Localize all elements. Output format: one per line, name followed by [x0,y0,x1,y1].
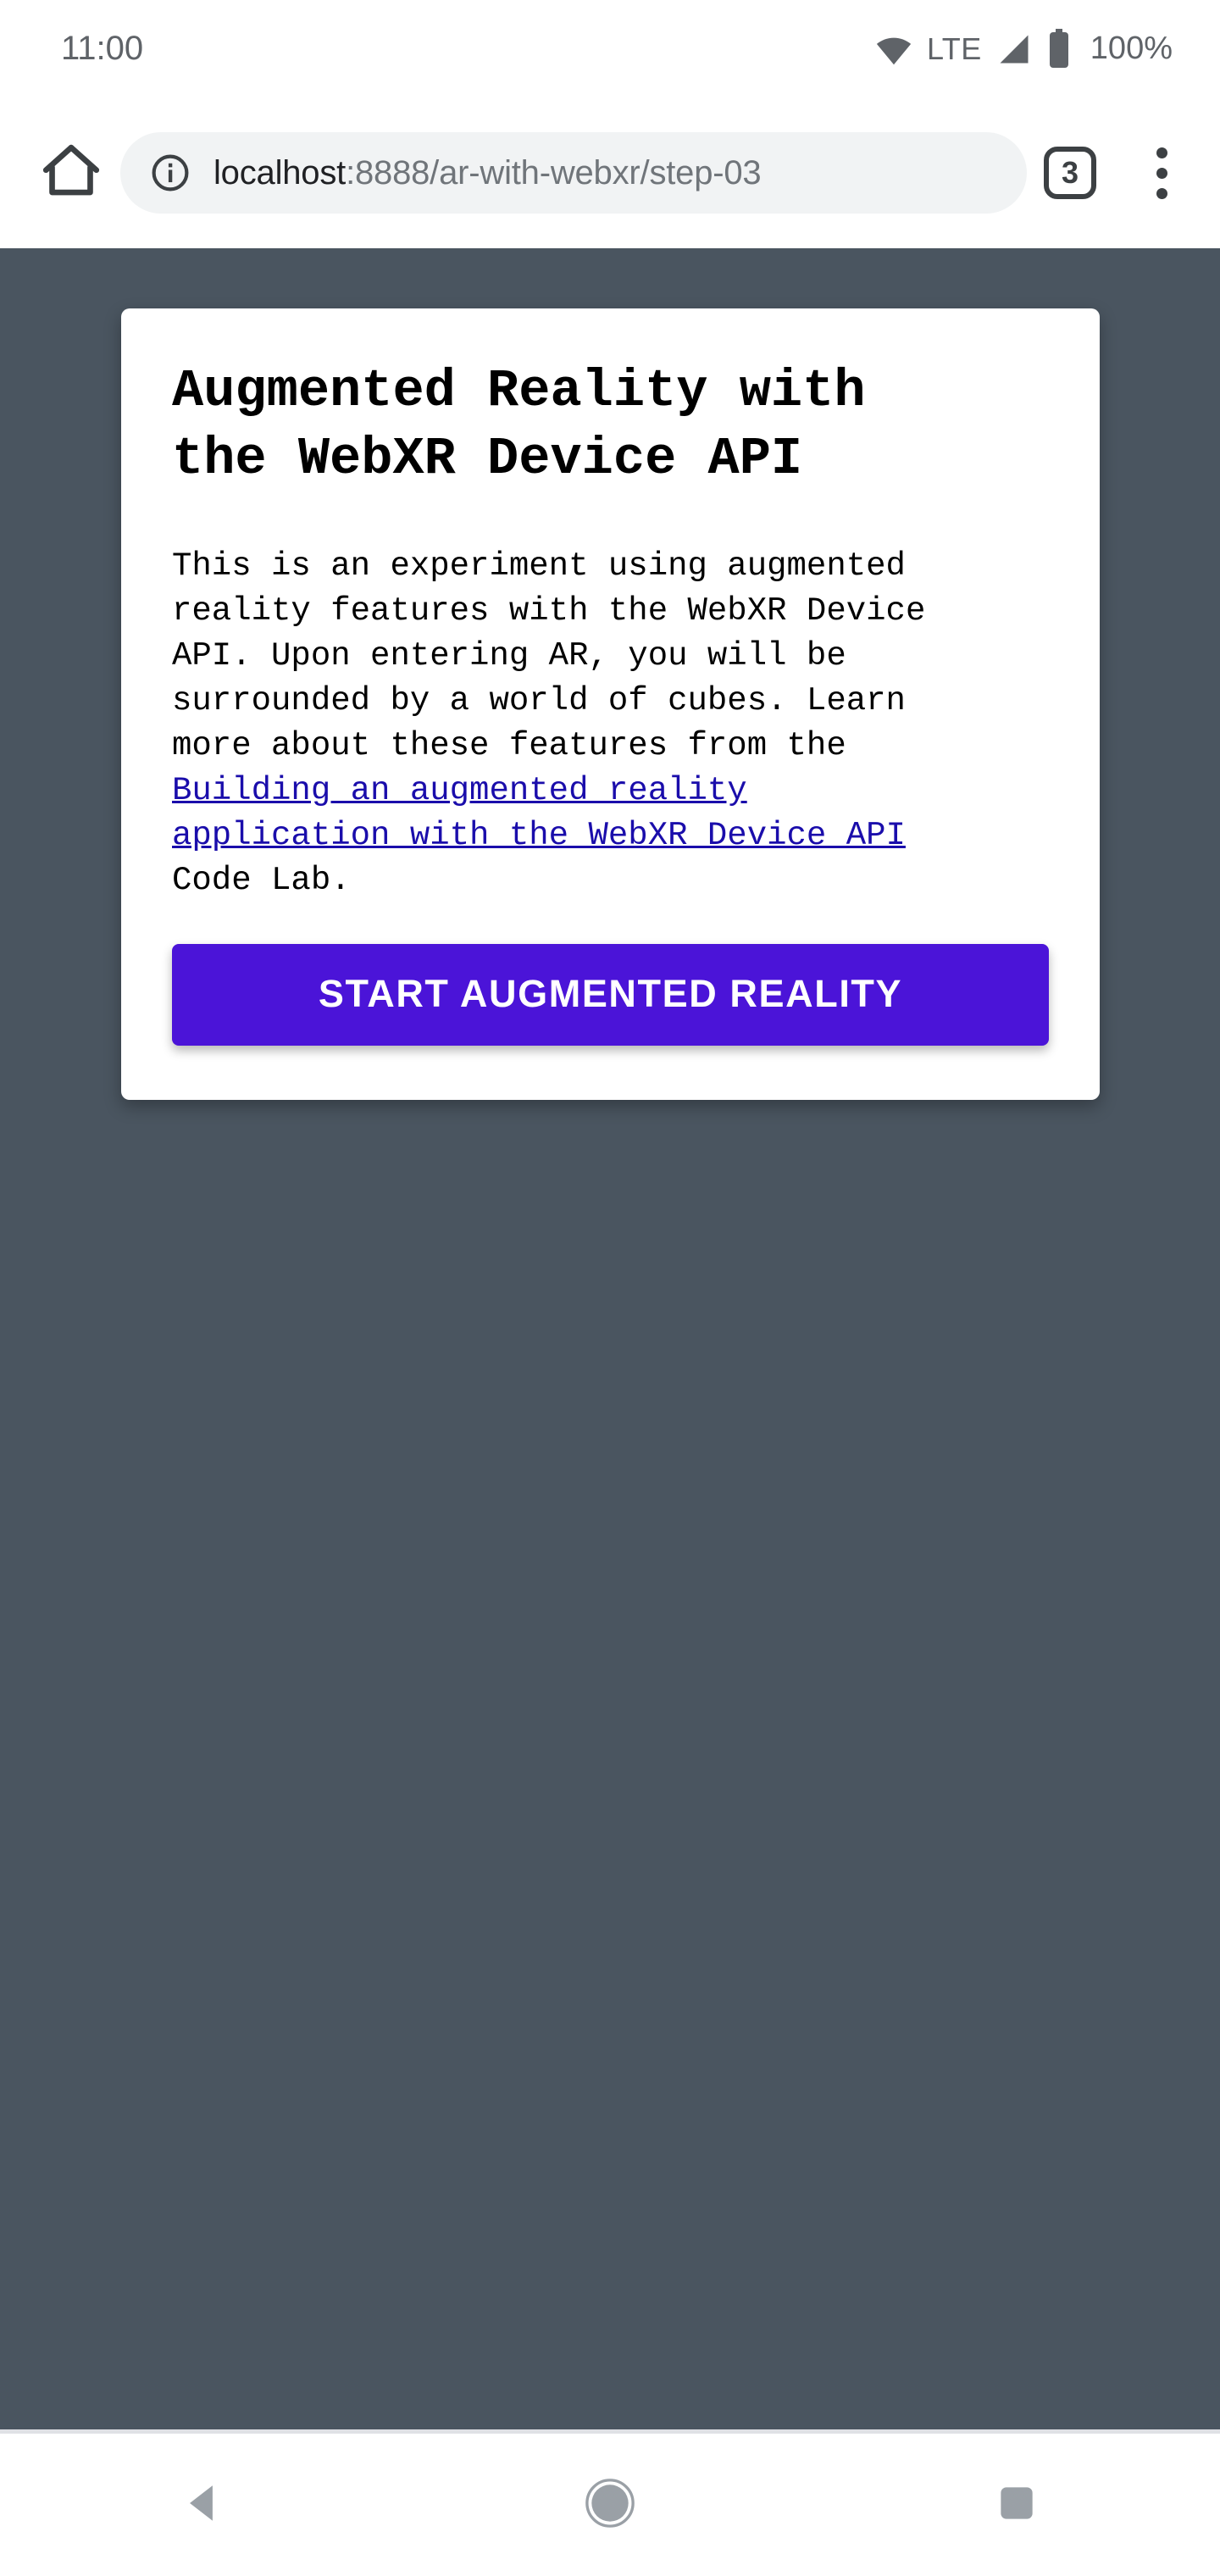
nav-back-button[interactable] [127,2454,280,2556]
overflow-menu-button[interactable] [1132,135,1191,211]
url-path: :8888/ar-with-webxr/step-03 [346,153,762,192]
info-circle-icon[interactable] [149,152,191,194]
info-card: Augmented Reality with the WebXR Device … [121,308,1100,1100]
page-description: This is an experiment using augmented re… [172,544,1049,903]
battery-percent-label: 100% [1090,31,1173,66]
description-text-part2: Code Lab. [172,862,351,899]
status-bar-indicators: LTE 100% [874,28,1173,69]
url-host: localhost [214,153,347,192]
tab-switcher-button[interactable]: 3 [1044,147,1096,199]
cell-signal-icon [995,31,1033,68]
url-text: localhost:8888/ar-with-webxr/step-03 [214,154,761,192]
back-triangle-icon [179,2479,228,2532]
home-button[interactable] [29,130,114,215]
start-augmented-reality-button[interactable]: START AUGMENTED REALITY [172,944,1049,1046]
url-bar[interactable]: localhost:8888/ar-with-webxr/step-03 [120,132,1027,214]
battery-icon [1046,28,1072,69]
nav-home-button[interactable] [534,2454,686,2556]
nav-recents-button[interactable] [940,2454,1093,2556]
overflow-menu-icon-dot2 [1156,167,1167,179]
description-text-part1: This is an experiment using augmented re… [172,547,926,764]
wifi-icon [874,30,913,69]
tab-count-label: 3 [1061,155,1079,190]
status-bar-clock: 11:00 [61,30,144,67]
web-page-viewport: Augmented Reality with the WebXR Device … [0,248,1220,2434]
android-navigation-bar [0,2434,1220,2576]
android-phone-screen: 11:00 LTE 100% localhost:8888/ar-with-we… [0,0,1220,2576]
page-title: Augmented Reality with the WebXR Device … [172,361,866,489]
home-icon [39,139,103,208]
overflow-menu-icon-dot3 [1156,187,1167,199]
browser-toolbar: localhost:8888/ar-with-webxr/step-03 3 [0,97,1220,248]
recents-square-icon [995,2481,1039,2529]
home-circle-icon [584,2477,636,2534]
overflow-menu-icon [1156,147,1167,158]
status-bar: 11:00 LTE 100% [0,0,1220,97]
codelab-link[interactable]: Building an augmented reality applicatio… [172,772,906,854]
network-type-label: LTE [926,31,982,66]
